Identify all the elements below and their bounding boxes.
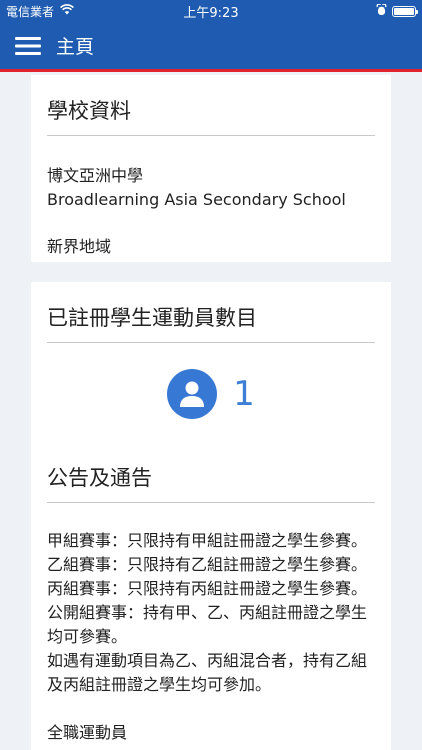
hamburger-icon [15, 36, 41, 55]
status-right [376, 2, 418, 19]
notice-line: 公開組賽事：持有甲、乙、丙組註冊證之學生均可參賽。 [47, 603, 368, 646]
athlete-count: 1 [233, 374, 255, 414]
school-name-chinese: 博文亞洲中學 [47, 166, 144, 185]
battery-fill [394, 7, 414, 15]
user-icon [180, 381, 205, 407]
athlete-count-row[interactable]: 1 [31, 343, 391, 419]
status-left: 電信業者 [6, 3, 74, 20]
page-title: 主頁 [56, 36, 95, 58]
school-info-card: 學校資料 博文亞洲中學 Broadlearning Asia Secondary… [31, 75, 391, 262]
nav-bar: 主頁 [0, 22, 422, 72]
school-name-english: Broadlearning Asia Secondary School [47, 190, 346, 209]
school-district: 新界地域 [47, 237, 112, 256]
notices-card: 公告及通告 甲組賽事：只限持有甲組註冊證之學生參賽。 乙組賽事：只限持有乙組註冊… [31, 442, 391, 750]
screen: 電信業者 上午9:23 主頁 學校資料 博文亞洲中學 Broadlearning… [0, 0, 422, 750]
avatar [167, 369, 218, 419]
alarm-icon [376, 2, 387, 19]
notices-body: 甲組賽事：只限持有甲組註冊證之學生參賽。 乙組賽事：只限持有乙組註冊證之學生參賽… [31, 503, 391, 745]
athletes-title: 已註冊學生運動員數目 [47, 306, 257, 330]
battery-icon [392, 5, 418, 17]
menu-button[interactable] [0, 21, 56, 71]
school-info-title: 學校資料 [47, 99, 131, 123]
notice-line: 乙組賽事：只限持有乙組註冊證之學生參賽。 [47, 555, 368, 574]
main-content[interactable]: 學校資料 博文亞洲中學 Broadlearning Asia Secondary… [0, 75, 422, 750]
notice-gap [47, 697, 377, 721]
notice-line: 丙組賽事：只限持有丙組註冊證之學生參賽。 [47, 579, 368, 598]
status-bar: 電信業者 上午9:23 [0, 0, 422, 22]
wifi-icon [60, 4, 74, 18]
notice-footer: 全職運動員 [47, 723, 128, 742]
athletes-card: 已註冊學生運動員數目 1 [31, 282, 391, 442]
notice-line: 甲組賽事：只限持有甲組註冊證之學生參賽。 [47, 531, 368, 550]
carrier-label: 電信業者 [6, 4, 55, 19]
notices-title: 公告及通告 [47, 466, 152, 490]
notice-line: 如遇有運動項目為乙、丙組混合者，持有乙組及丙組註冊證之學生均可參加。 [47, 651, 368, 694]
